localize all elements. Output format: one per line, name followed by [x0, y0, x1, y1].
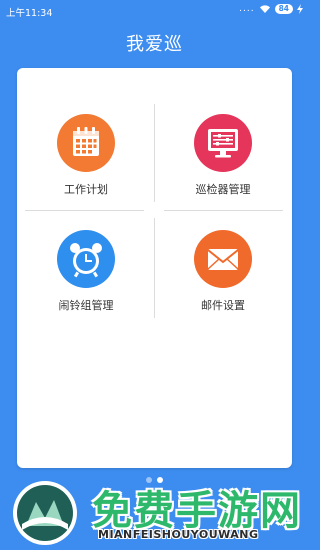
calendar-icon: [57, 114, 115, 172]
menu-item-inspector-manage[interactable]: 巡检器管理: [163, 114, 283, 214]
menu-item-label: 巡检器管理: [195, 183, 251, 196]
watermark: 免费手游网 MIANFEISHOUYOUWANG: [0, 472, 309, 550]
divider: [154, 218, 155, 318]
status-indicators: .... 84: [239, 4, 303, 14]
charging-icon: [297, 4, 303, 14]
menu-item-label: 工作计划: [64, 183, 108, 196]
menu-card: 工作计划 巡检器管理 闹铃组管理 邮件设置: [17, 68, 292, 468]
page-title: 我爱巡: [126, 34, 183, 55]
battery-icon: 84: [274, 4, 293, 14]
divider: [154, 104, 155, 202]
monitor-icon: [194, 114, 252, 172]
alarm-clock-icon: [57, 230, 115, 288]
status-bar: 上午11:34 .... 84: [0, 0, 309, 22]
menu-item-mail-settings[interactable]: 邮件设置: [163, 230, 283, 330]
menu-item-label: 闹铃组管理: [58, 299, 114, 312]
menu-item-label: 邮件设置: [201, 299, 245, 312]
signal-icon: ....: [239, 4, 255, 14]
watermark-logo: [13, 481, 77, 545]
menu-item-alarm-group[interactable]: 闹铃组管理: [26, 230, 146, 330]
wifi-icon: [259, 5, 270, 13]
menu-item-work-plan[interactable]: 工作计划: [26, 114, 146, 214]
status-time: 上午11:34: [6, 8, 53, 19]
watermark-domain: MIANFEISHOUYOUWANG: [98, 528, 259, 541]
mail-icon: [194, 230, 252, 288]
